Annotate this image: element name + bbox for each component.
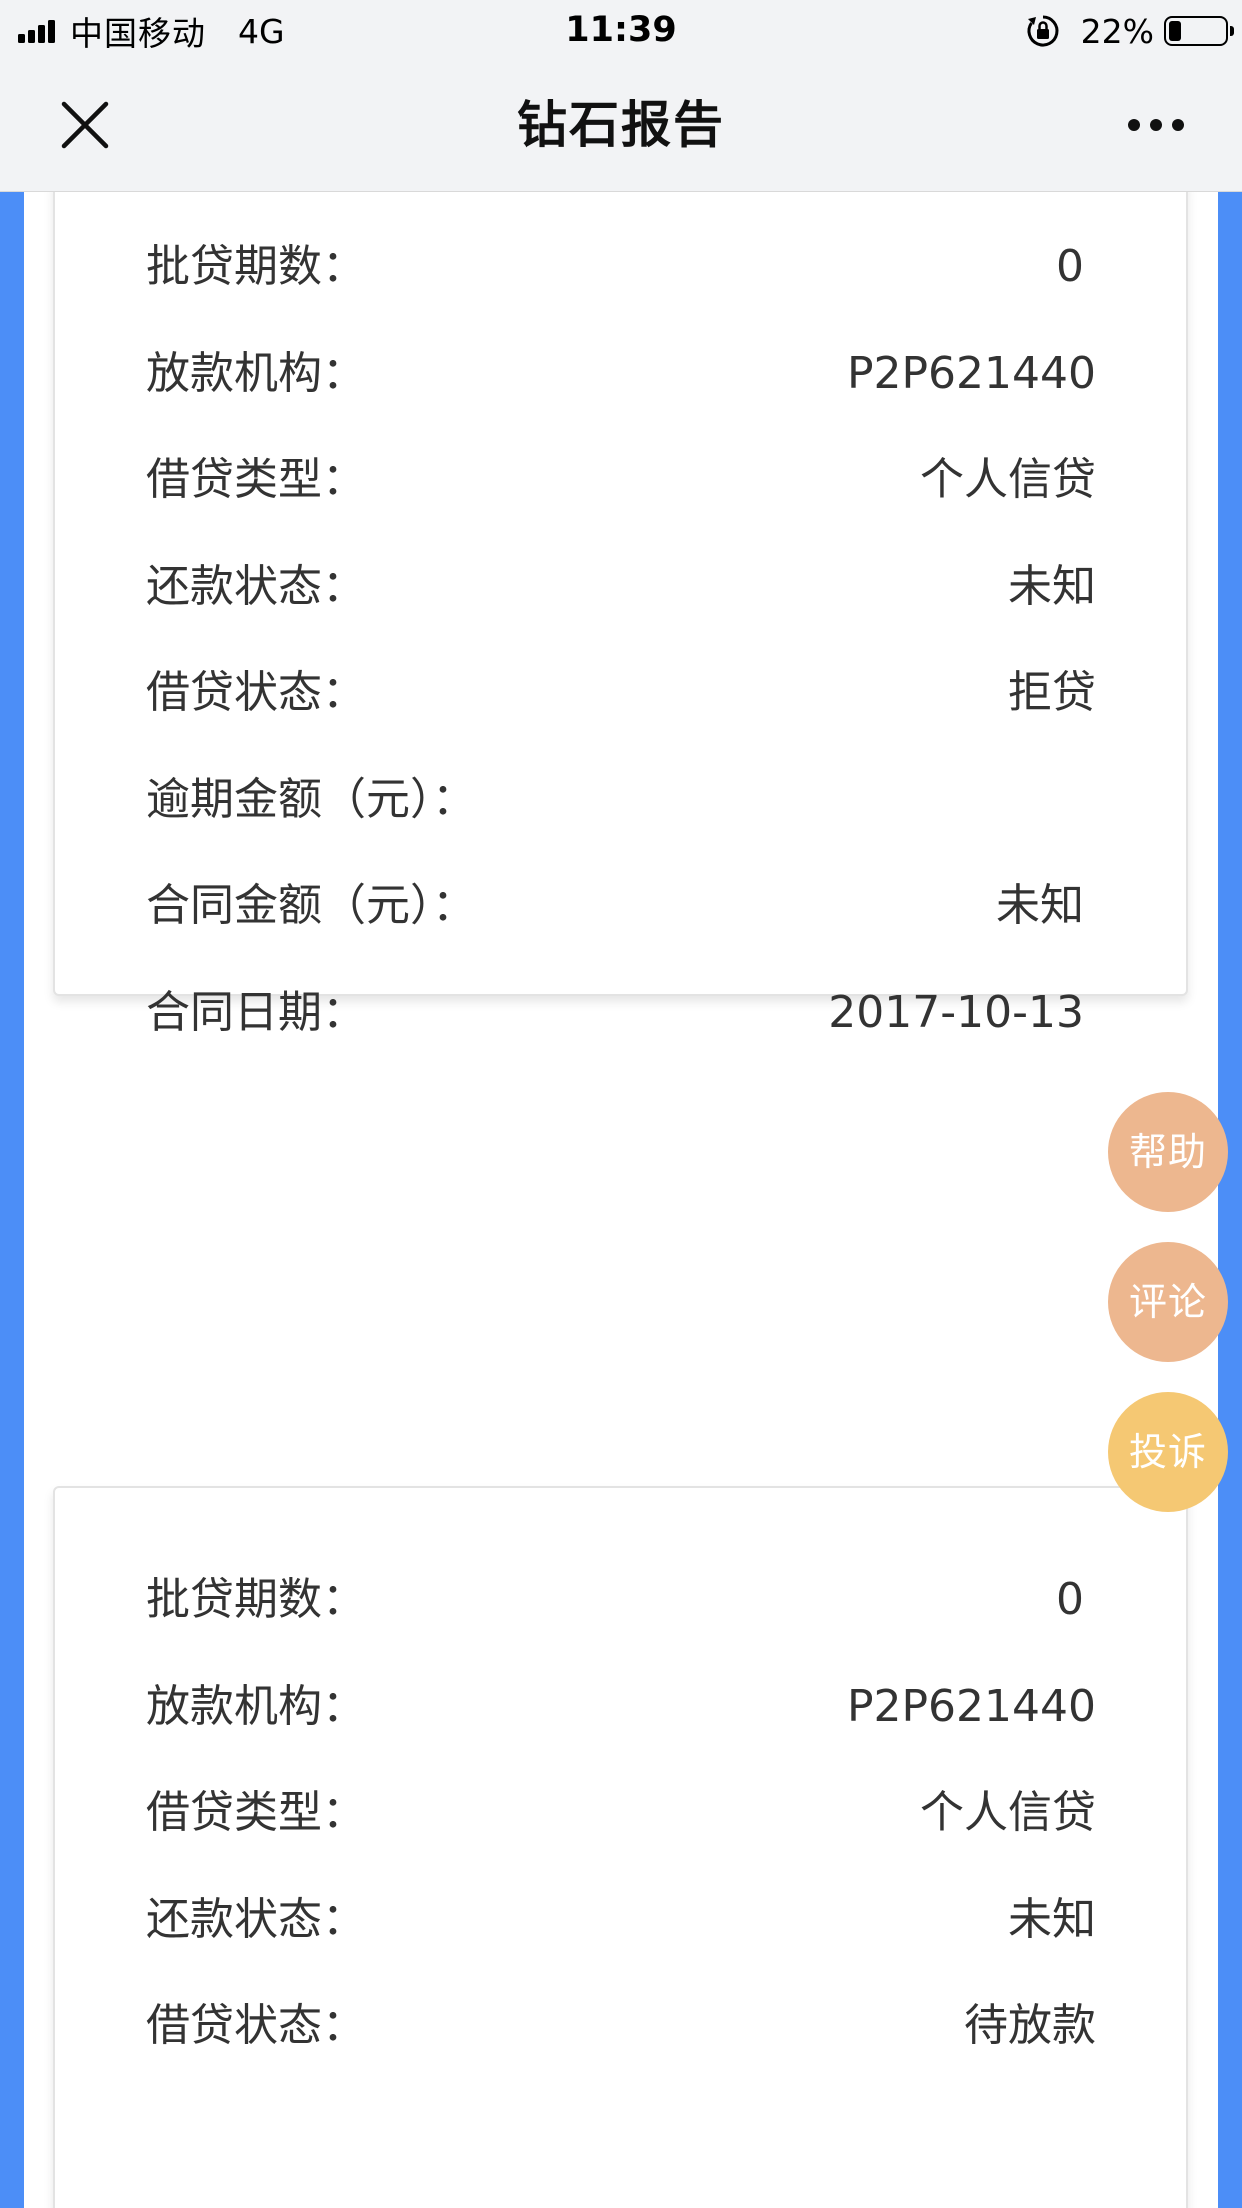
field-value: 未知 bbox=[1008, 1894, 1096, 1945]
page-title: 钻石报告 bbox=[517, 96, 725, 154]
row-loan-type: 借贷类型： 个人信贷 bbox=[55, 440, 1186, 520]
field-label: 借贷类型： bbox=[146, 1787, 366, 1838]
comment-button[interactable]: 评论 bbox=[1108, 1242, 1228, 1362]
field-label: 放款机构： bbox=[146, 348, 366, 399]
field-label: 借贷状态： bbox=[146, 667, 366, 718]
row-loan-type: 借贷类型： 个人信贷 bbox=[55, 1773, 1186, 1853]
row-repayment-status: 还款状态： 未知 bbox=[55, 1880, 1186, 1960]
help-button[interactable]: 帮助 bbox=[1108, 1092, 1228, 1212]
field-label: 借贷类型： bbox=[146, 454, 366, 505]
field-value: 2017-10-13 bbox=[828, 987, 1084, 1038]
row-loan-status: 借贷状态： 待放款 bbox=[55, 1986, 1186, 2066]
field-value: 未知 bbox=[1008, 561, 1096, 612]
row-overdue-amount: 逾期金额（元）： bbox=[55, 760, 1186, 840]
field-value: P2P621440 bbox=[846, 1681, 1096, 1732]
field-label: 借贷状态： bbox=[146, 2000, 366, 2051]
rotation-lock-icon bbox=[1027, 15, 1059, 47]
battery-percent: 22% bbox=[1080, 11, 1154, 51]
row-approved-periods: 批贷期数： 0 bbox=[55, 1560, 1186, 1640]
row-lending-institution: 放款机构： P2P621440 bbox=[55, 1667, 1186, 1747]
row-lending-institution: 放款机构： P2P621440 bbox=[55, 334, 1186, 414]
field-label: 批贷期数： bbox=[146, 241, 366, 292]
field-value: 待放款 bbox=[964, 2000, 1096, 2051]
battery-fill bbox=[1169, 21, 1181, 41]
status-right: 22% bbox=[1025, 10, 1234, 52]
field-value: 0 bbox=[1056, 241, 1084, 292]
decorative-border-left bbox=[0, 192, 24, 2208]
loan-record-card: 批贷期数： 0 放款机构： P2P621440 借贷类型： 个人信贷 还款状态：… bbox=[53, 1486, 1188, 2208]
field-label: 逾期金额（元）： bbox=[146, 774, 476, 825]
loan-record-card: 批贷期数： 0 放款机构： P2P621440 借贷类型： 个人信贷 还款状态：… bbox=[53, 192, 1188, 1038]
battery-icon bbox=[1164, 16, 1234, 46]
row-repayment-status: 还款状态： 未知 bbox=[55, 547, 1186, 627]
field-value: 拒贷 bbox=[1008, 667, 1096, 718]
complaint-button[interactable]: 投诉 bbox=[1108, 1392, 1228, 1512]
row-approved-periods: 批贷期数： 0 bbox=[55, 227, 1186, 307]
field-label: 还款状态： bbox=[146, 1894, 366, 1945]
field-value: P2P621440 bbox=[846, 348, 1096, 399]
field-label: 放款机构： bbox=[146, 1681, 366, 1732]
field-value: 个人信贷 bbox=[920, 454, 1096, 505]
decorative-border-right bbox=[1218, 192, 1242, 2208]
field-value: 未知 bbox=[996, 880, 1084, 931]
nav-bar: 钻石报告 bbox=[0, 60, 1242, 192]
field-label: 合同金额（元）： bbox=[146, 880, 476, 931]
report-content[interactable]: 批贷期数： 0 放款机构： P2P621440 借贷类型： 个人信贷 还款状态：… bbox=[0, 192, 1242, 2208]
field-value: 0 bbox=[1056, 1574, 1084, 1625]
status-bar: 中国移动 4G 11:39 22% bbox=[0, 0, 1242, 60]
more-dots-icon[interactable] bbox=[1102, 100, 1202, 150]
row-contract-amount: 合同金额（元）： 未知 bbox=[55, 866, 1186, 946]
field-label: 还款状态： bbox=[146, 561, 366, 612]
field-value: 个人信贷 bbox=[920, 1787, 1096, 1838]
field-label: 批贷期数： bbox=[146, 1574, 366, 1625]
row-contract-date: 合同日期： 2017-10-13 bbox=[55, 973, 1186, 1053]
field-label: 合同日期： bbox=[146, 987, 366, 1038]
row-loan-status: 借贷状态： 拒贷 bbox=[55, 653, 1186, 733]
